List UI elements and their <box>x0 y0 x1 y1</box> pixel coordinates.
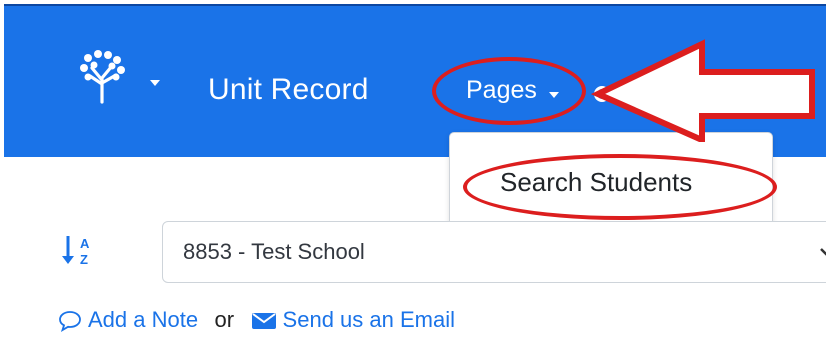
app-frame: Unit Record Pages Search Students A Z 88… <box>4 4 826 356</box>
pages-caret-icon[interactable] <box>549 92 559 98</box>
pages-dropdown-menu: Search Students <box>449 132 773 228</box>
speech-bubble-icon <box>59 311 81 333</box>
svg-text:Z: Z <box>80 252 88 267</box>
app-title[interactable]: Unit Record <box>208 73 369 107</box>
partial-nav-icon[interactable] <box>594 86 610 102</box>
envelope-icon <box>251 313 276 330</box>
school-select-value: 8853 - Test School <box>183 239 365 264</box>
contact-actions: Add a Note or Send us an Email <box>58 307 455 341</box>
school-select[interactable]: 8853 - Test School <box>162 221 826 283</box>
dropdown-item-search-students[interactable]: Search Students <box>500 167 692 198</box>
sort-alpha-down-icon[interactable]: A Z <box>62 234 102 270</box>
add-note-link[interactable]: Add a Note <box>58 307 198 333</box>
send-email-label: Send us an Email <box>282 307 455 332</box>
brand-caret-icon[interactable] <box>150 80 160 86</box>
or-separator: or <box>214 307 235 332</box>
add-note-label: Add a Note <box>88 307 199 332</box>
send-email-link[interactable]: Send us an Email <box>251 307 455 333</box>
tree-logo-icon[interactable] <box>78 50 126 104</box>
pages-menu-toggle[interactable]: Pages <box>466 76 537 105</box>
chevron-down-icon <box>820 248 826 256</box>
svg-text:A: A <box>80 236 90 251</box>
